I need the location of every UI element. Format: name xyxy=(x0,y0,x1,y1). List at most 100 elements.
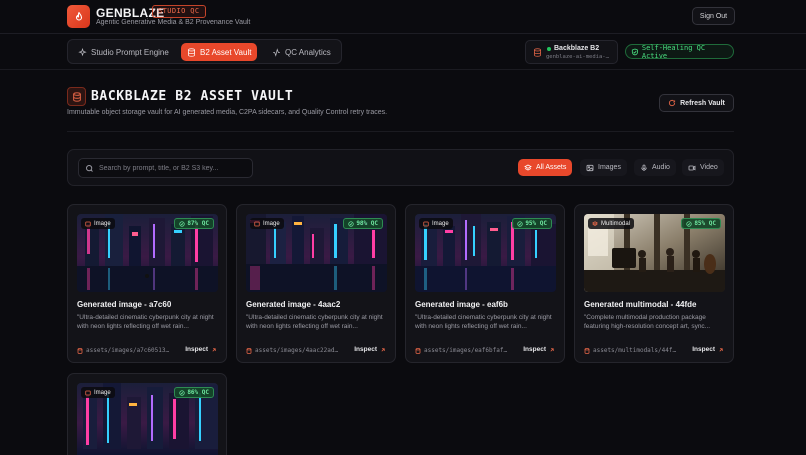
refresh-vault-button[interactable]: Refresh Vault xyxy=(659,94,734,112)
database-icon xyxy=(246,347,252,354)
refresh-icon xyxy=(669,99,676,107)
layers-icon xyxy=(592,220,598,226)
filter-label: Images xyxy=(598,164,621,171)
asset-type-badge: Image xyxy=(419,218,453,229)
mic-icon xyxy=(641,164,647,171)
search-icon xyxy=(86,164,93,172)
qc-score-badge: 87% QC xyxy=(174,218,214,229)
image-icon xyxy=(254,221,260,226)
qc-score-badge: 98% QC xyxy=(343,218,383,229)
image-icon xyxy=(85,221,91,226)
tab-label: QC Analytics xyxy=(285,47,331,57)
image-icon xyxy=(586,164,594,171)
flame-logo-icon xyxy=(67,5,90,28)
asset-type: Image xyxy=(263,220,280,227)
inspect-label: Inspect xyxy=(185,346,208,353)
storage-status-box: Backblaze B2 genblaze-ai-media-… xyxy=(525,40,618,64)
status-text: Self-Healing QC Active xyxy=(641,43,706,60)
asset-path: assets/images/eaf6bfaf… xyxy=(415,347,515,354)
filter-audio[interactable]: Audio xyxy=(634,159,676,176)
filter-all-assets[interactable]: All Assets xyxy=(518,159,573,176)
inspect-button[interactable]: Inspect xyxy=(523,346,555,353)
inspect-button[interactable]: Inspect xyxy=(354,346,386,353)
asset-key: assets/multimodals/44f… xyxy=(593,347,677,354)
filter-label: All Assets xyxy=(536,164,567,171)
filter-label: Video xyxy=(700,164,718,171)
shield-check-icon xyxy=(179,220,185,227)
asset-type-badge: Image xyxy=(250,218,284,229)
tab-qc-analytics[interactable]: QC Analytics xyxy=(266,43,337,61)
sparkles-icon xyxy=(78,47,87,56)
page-subtitle: Immutable object storage vault for AI ge… xyxy=(67,109,388,116)
asset-thumbnail: Multimodal 85% QC xyxy=(584,214,725,292)
asset-card[interactable]: Image 98% QC Generated image - 4aac2 "Ul… xyxy=(236,204,396,363)
arrow-up-right-icon xyxy=(550,347,554,352)
asset-path: assets/multimodals/44f… xyxy=(584,347,684,354)
inspect-button[interactable]: Inspect xyxy=(185,346,217,353)
database-icon xyxy=(77,347,83,354)
page-title: BACKBLAZE B2 ASSET VAULT xyxy=(91,89,294,104)
asset-thumbnail: Image 87% QC xyxy=(77,214,218,292)
inspect-label: Inspect xyxy=(354,346,377,353)
shield-check-icon xyxy=(686,220,692,227)
qc-score: 95% QC xyxy=(525,220,547,227)
tab-label: Studio Prompt Engine xyxy=(91,47,169,57)
header-divider xyxy=(0,69,806,70)
top-header: GENBLAZE STUDIO QC Agentic Generative Me… xyxy=(0,0,806,34)
refresh-label: Refresh Vault xyxy=(680,99,725,107)
asset-prompt: "Ultra-detailed cinematic cyberpunk city… xyxy=(246,314,383,330)
filter-bar: All Assets Images Audio Video xyxy=(67,149,734,186)
activity-icon xyxy=(273,47,280,57)
tab-label: B2 Asset Vault xyxy=(200,47,252,57)
storage-title: Backblaze B2 xyxy=(554,45,600,52)
asset-thumbnail: Image 86% QC xyxy=(77,383,218,455)
asset-title: Generated image - 4aac2 xyxy=(246,300,341,309)
qc-score: 86% QC xyxy=(187,389,209,396)
video-icon xyxy=(688,165,696,170)
asset-title: Generated image - a7c60 xyxy=(77,300,172,309)
database-icon xyxy=(534,48,541,57)
section-divider xyxy=(67,131,734,132)
qc-score: 87% QC xyxy=(187,220,209,227)
asset-thumbnail: Image 95% QC xyxy=(415,214,556,292)
asset-card[interactable]: Multimodal 85% QC Generated multimodal -… xyxy=(574,204,734,363)
studio-badge: STUDIO QC xyxy=(152,5,206,18)
self-healing-status-badge: Self-Healing QC Active xyxy=(625,43,734,60)
inspect-label: Inspect xyxy=(692,346,715,353)
arrow-up-right-icon xyxy=(212,347,216,352)
search-input[interactable] xyxy=(99,164,249,172)
asset-path: assets/images/a7c60513… xyxy=(77,347,177,354)
asset-path: assets/images/4aac22ad… xyxy=(246,347,346,354)
database-icon xyxy=(584,347,590,354)
shield-check-icon xyxy=(348,220,354,227)
search-box xyxy=(78,158,253,178)
asset-prompt: "Ultra-detailed cinematic cyberpunk city… xyxy=(415,314,552,330)
asset-thumbnail: Image 98% QC xyxy=(246,214,387,292)
image-icon xyxy=(85,390,91,395)
asset-card[interactable]: Image 87% QC Generated image - a7c60 "Ul… xyxy=(67,204,227,363)
asset-prompt: "Ultra-detailed cinematic cyberpunk city… xyxy=(77,314,214,330)
asset-card[interactable]: Image 95% QC Generated image - eaf6b "Ul… xyxy=(405,204,565,363)
asset-title: Generated image - eaf6b xyxy=(415,300,508,309)
asset-prompt: "Complete multimodal production package … xyxy=(584,314,711,330)
tab-b2-asset-vault[interactable]: B2 Asset Vault xyxy=(181,43,258,61)
filter-video[interactable]: Video xyxy=(682,159,724,176)
asset-key: assets/images/a7c60513… xyxy=(86,347,170,354)
qc-score-badge: 86% QC xyxy=(174,387,214,398)
inspect-button[interactable]: Inspect xyxy=(692,346,724,353)
tab-studio-prompt-engine[interactable]: Studio Prompt Engine xyxy=(72,43,175,61)
app-tagline: Agentic Generative Media & B2 Provenance… xyxy=(96,19,251,26)
asset-key: assets/images/eaf6bfaf… xyxy=(424,347,508,354)
asset-card[interactable]: Image 86% QC xyxy=(67,373,227,455)
qc-score: 98% QC xyxy=(356,220,378,227)
asset-type: Image xyxy=(94,220,111,227)
asset-type-badge: Image xyxy=(81,387,115,398)
qc-score-badge: 95% QC xyxy=(512,218,552,229)
inspect-label: Inspect xyxy=(523,346,546,353)
asset-title: Generated multimodal - 44fde xyxy=(584,300,697,309)
filter-images[interactable]: Images xyxy=(580,159,627,176)
qc-score-badge: 85% QC xyxy=(681,218,721,229)
database-icon xyxy=(415,347,421,354)
sign-out-button[interactable]: Sign Out xyxy=(692,7,735,25)
asset-type-badge: Image xyxy=(81,218,115,229)
